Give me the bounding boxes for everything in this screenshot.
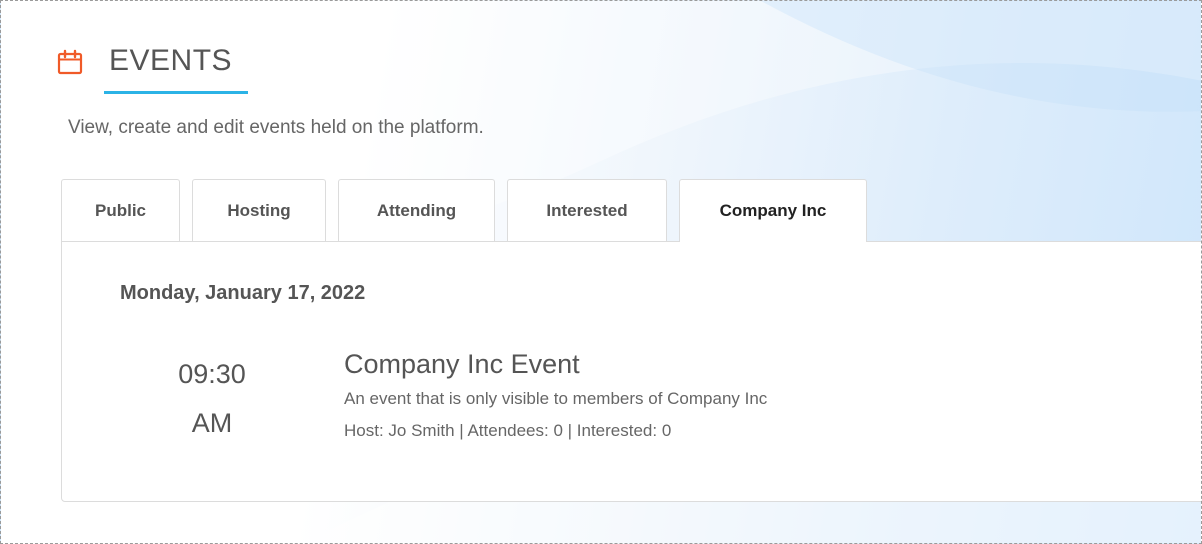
events-panel: Monday, January 17, 2022 09:30 AM Compan… — [61, 241, 1201, 502]
title-underline — [104, 91, 248, 94]
event-time: 09:30 AM — [132, 350, 292, 448]
event-time-ampm: AM — [191, 408, 233, 438]
tab-hosting[interactable]: Hosting — [192, 179, 326, 241]
tab-interested[interactable]: Interested — [507, 179, 667, 241]
tab-company-inc[interactable]: Company Inc — [679, 179, 867, 242]
page-title: EVENTS — [109, 44, 233, 77]
event-title[interactable]: Company Inc Event — [344, 346, 767, 382]
page-subtitle: View, create and edit events held on the… — [68, 117, 484, 138]
events-page: EVENTS View, create and edit events held… — [0, 0, 1202, 544]
date-heading: Monday, January 17, 2022 — [120, 282, 366, 304]
event-time-value: 09:30 — [178, 359, 246, 389]
event-description: An event that is only visible to members… — [344, 389, 768, 408]
page-header: EVENTS — [57, 41, 248, 95]
event-meta: Host: Jo Smith | Attendees: 0 | Interest… — [344, 421, 672, 440]
event-info: Company Inc Event An event that is only … — [344, 346, 767, 442]
tab-public[interactable]: Public — [61, 179, 180, 241]
tab-attending[interactable]: Attending — [338, 179, 495, 241]
events-tabs: Public Hosting Attending Interested Comp… — [61, 179, 879, 242]
title-wrap: EVENTS — [104, 41, 248, 94]
calendar-icon — [57, 49, 83, 75]
